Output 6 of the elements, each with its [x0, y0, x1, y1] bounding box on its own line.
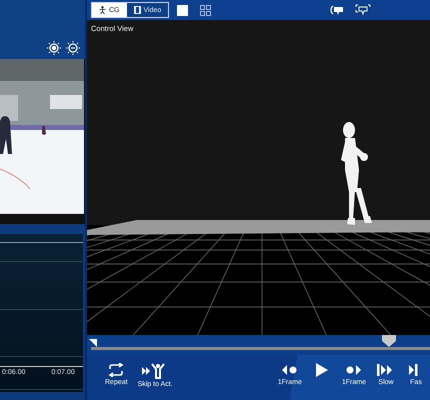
slow-icon — [377, 363, 395, 377]
start-marker-icon — [89, 339, 97, 347]
figure-icon — [99, 6, 106, 14]
film-icon — [134, 6, 140, 14]
next-frame-icon — [344, 363, 363, 377]
previous-frame-icon — [280, 363, 299, 377]
